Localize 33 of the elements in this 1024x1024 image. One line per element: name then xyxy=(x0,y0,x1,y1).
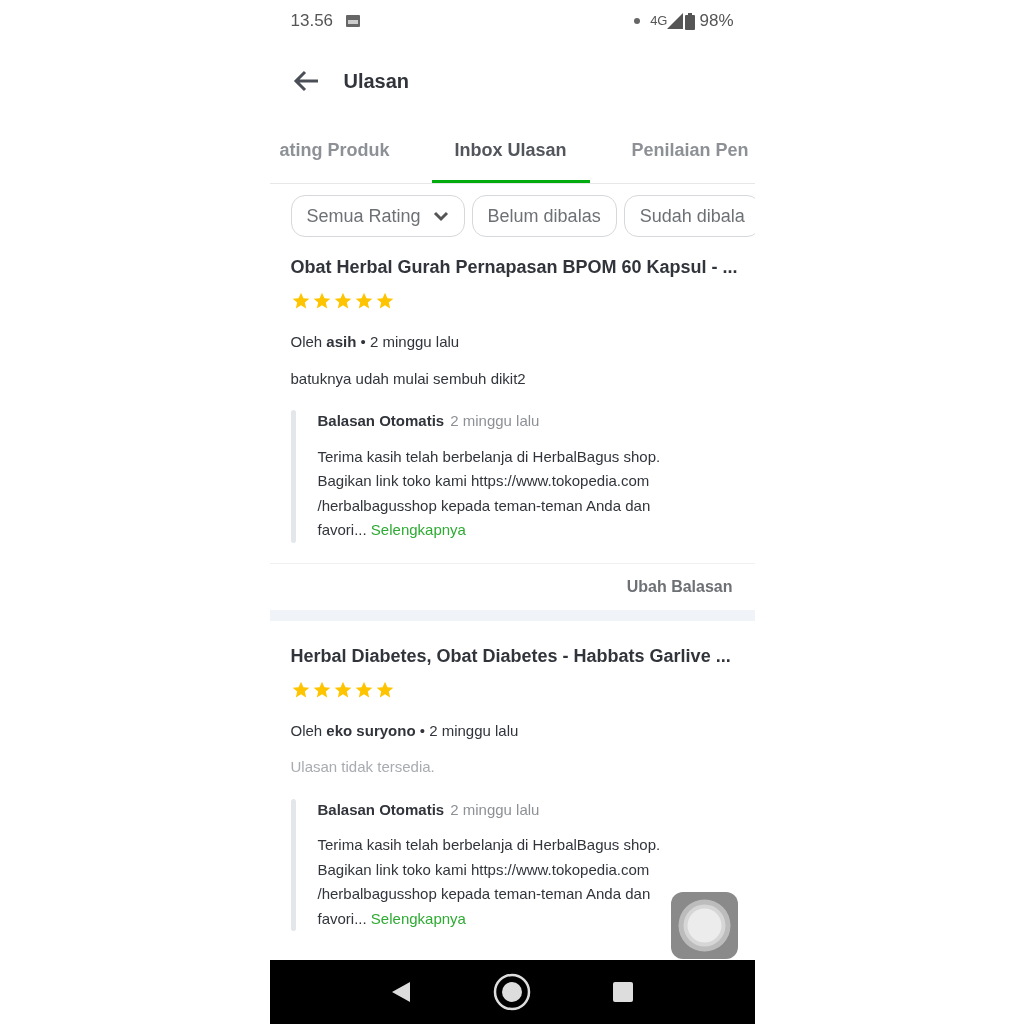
tab[interactable]: Penilaian Pen xyxy=(589,120,755,183)
tab[interactable]: Inbox Ulasan xyxy=(431,120,590,183)
review-text: batuknya udah mulai sembuh dikit2 xyxy=(290,368,527,389)
review-text: Ulasan tidak tersedia. xyxy=(290,757,436,777)
nav-recents-icon[interactable] xyxy=(612,981,634,1003)
battery-level: 98% xyxy=(699,10,734,33)
floating-touch-button[interactable] xyxy=(670,892,738,959)
tab[interactable]: ating Produk xyxy=(269,120,432,183)
see-more-link[interactable]: Selengkapnya xyxy=(370,521,466,538)
chevron-down-icon xyxy=(432,210,449,222)
reply-time: 2 minggu lalu xyxy=(450,799,540,820)
notification-dot-icon xyxy=(634,18,641,24)
filter-chip[interactable]: Semua Rating xyxy=(290,195,465,237)
see-more-link[interactable]: Selengkapnya xyxy=(370,909,466,927)
reply-text: Terima kasih telah berbelanja di HerbalBagus shop. Bagikan link toko kami https://www.tokopedia.com /herbalbagusshop kepada teman-teman Anda dan favori... Selengkapnya xyxy=(317,835,661,929)
nav-back-icon[interactable] xyxy=(390,980,412,1004)
page-title: Ulasan xyxy=(343,69,410,94)
network-type: 4G xyxy=(650,12,668,31)
edit-reply-button[interactable]: Ubah Balasan xyxy=(626,574,733,599)
review-meta: Oleh asih • 2 minggu lalu xyxy=(290,332,461,352)
review-meta: Oleh eko suryono • 2 minggu lalu xyxy=(290,720,520,741)
reply-author: Balasan Otomatis xyxy=(317,799,445,820)
reply-author: Balasan Otomatis xyxy=(317,411,445,431)
battery-icon xyxy=(685,12,696,30)
filter-chip[interactable]: Belum dibalas xyxy=(471,195,617,237)
product-name[interactable]: Herbal Diabetes, Obat Diabetes - Habbats Garlive ... xyxy=(290,642,734,670)
status-time: 13.56 xyxy=(290,10,334,33)
signal-icon xyxy=(667,13,684,29)
reply-text: Terima kasih telah berbelanja di HerbalBagus shop. Bagikan link toko kami https://www.tokopedia.com /herbalbagusshop kepada teman-teman Anda dan favori... Selengkapnya xyxy=(317,446,661,540)
nav-home-icon[interactable] xyxy=(493,973,531,1011)
store-icon xyxy=(345,14,362,28)
back-arrow-icon[interactable] xyxy=(291,69,320,93)
reply-time: 2 minggu lalu xyxy=(450,411,540,431)
